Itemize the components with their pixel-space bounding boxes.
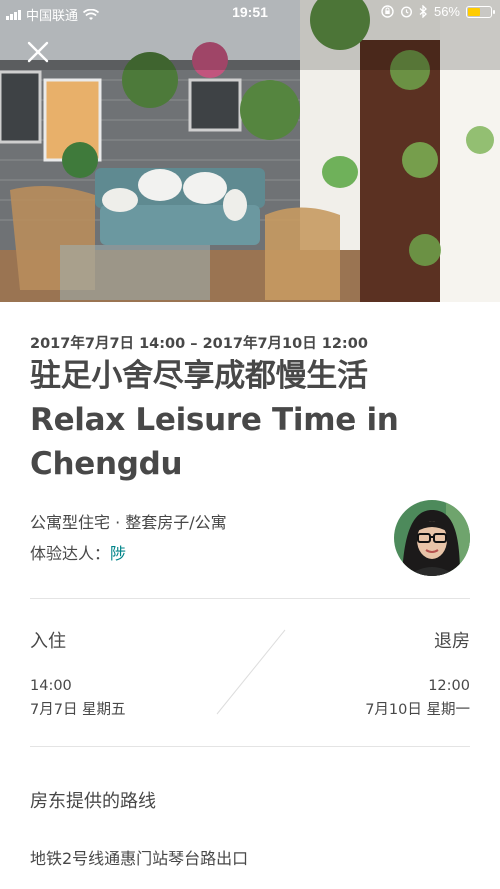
status-bar: 中国联通 19:51 56% <box>0 0 500 26</box>
checkin-checkout-separator <box>216 629 286 715</box>
route-title: 房东提供的路线 <box>30 791 156 812</box>
orientation-lock-icon <box>381 5 394 18</box>
battery-fill <box>468 7 481 16</box>
host-row: 体验达人： 陟 <box>30 541 227 563</box>
checkout-label: 退房 <box>434 631 470 652</box>
host-name-link[interactable]: 陟 <box>110 540 126 564</box>
checkin-label: 入住 <box>30 631 66 652</box>
divider <box>30 746 470 747</box>
property-type: 公寓型住宅 · 整套房子/公寓 <box>30 513 227 532</box>
listing-meta: 公寓型住宅 · 整套房子/公寓 体验达人： 陟 <box>30 510 227 572</box>
avatar-image <box>394 500 470 576</box>
checkin-time: 14:00 <box>30 678 72 694</box>
date-range: 2017年7月7日 14:00 – 2017年7月10日 12:00 <box>30 336 368 352</box>
checkin-date: 7月7日 星期五 <box>30 702 126 718</box>
host-label: 体验达人： <box>30 544 111 563</box>
bluetooth-icon <box>419 5 427 18</box>
status-right: 56% <box>381 4 495 19</box>
close-icon <box>27 41 49 63</box>
checkout-date: 7月10日 星期一 <box>365 702 470 718</box>
battery-percent: 56% <box>433 4 460 19</box>
hero-photo <box>0 0 500 302</box>
host-avatar[interactable] <box>394 500 470 576</box>
patio-photo <box>0 0 500 302</box>
checkout-time: 12:00 <box>428 678 470 694</box>
listing-title: 驻足小舍尽享成都慢生活 Relax Leisure Time in Chengd… <box>30 358 399 482</box>
divider <box>30 598 470 599</box>
route-description: 地铁2号线通惠门站琴台路出口 <box>30 849 249 868</box>
alarm-icon <box>400 6 412 18</box>
close-button[interactable] <box>22 36 54 68</box>
battery-icon <box>466 5 495 18</box>
